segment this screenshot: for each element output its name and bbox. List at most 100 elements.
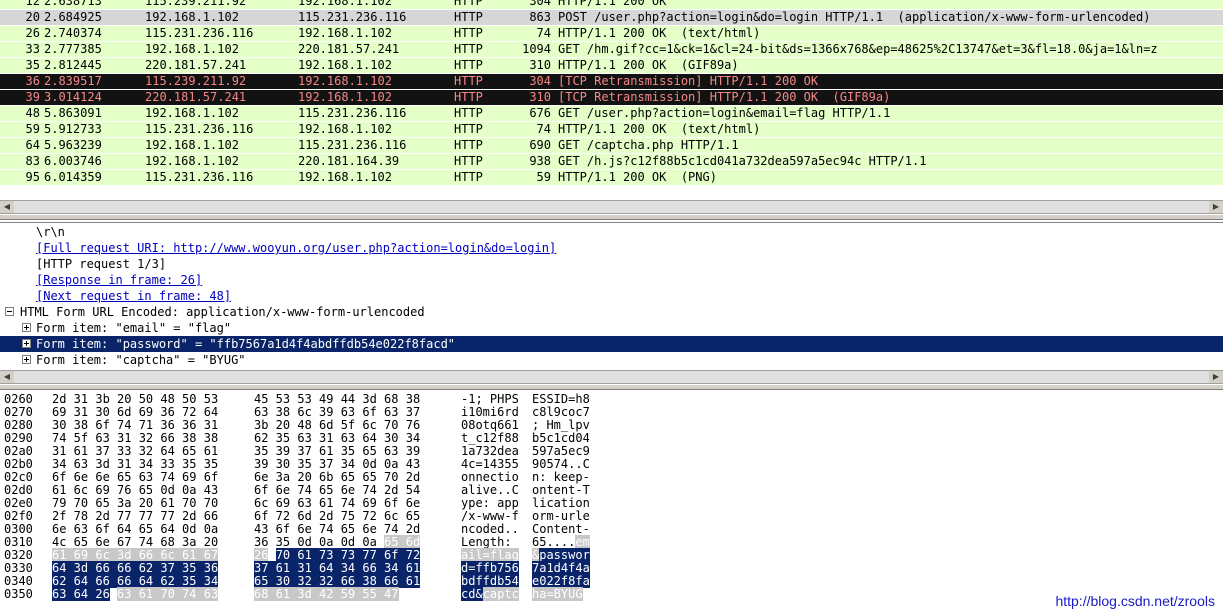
- packet-row[interactable]: 12 2.638713 115.239.211.92 192.168.1.102 HTT…: [0, 0, 1223, 9]
- packet-row[interactable]: 33 2.777385 192.168.1.102 220.181.57.241 HTT…: [0, 42, 1223, 57]
- packet-src-cell: 192.168.1.102: [145, 10, 239, 24]
- packet-len-cell: 863: [529, 10, 551, 24]
- tree-item[interactable]: \r\n: [0, 224, 1223, 240]
- packet-no-cell: 20: [25, 10, 40, 24]
- packet-time-cell: 2.777385: [44, 42, 102, 56]
- expand-icon[interactable]: [22, 339, 31, 348]
- packet-len-cell: 310: [529, 90, 551, 104]
- packet-time-cell: 5.912733: [44, 122, 102, 136]
- hex-ascii: ha=BYUG: [532, 587, 583, 601]
- packet-no-cell: 83: [25, 154, 40, 168]
- packet-info-cell: HTTP/1.1 200 OK (text/html): [558, 122, 761, 136]
- packet-time-cell: 3.014124: [44, 90, 102, 104]
- tree-item-label: Form item: "password" = "ffb7567a1d4f4ab…: [36, 337, 456, 351]
- packet-time-cell: 5.863091: [44, 106, 102, 120]
- packet-row[interactable]: 95 6.014359 115.231.236.116 192.168.1.102 HT…: [0, 170, 1223, 185]
- tree-item[interactable]: Form item: "captcha" = "BYUG": [0, 352, 1223, 368]
- tree-item[interactable]: Form item: "email" = "flag": [0, 320, 1223, 336]
- packet-len-cell: 310: [529, 58, 551, 72]
- packet-no-cell: 12: [25, 0, 40, 8]
- packet-info-cell: HTTP/1.1 200 OK (PNG): [558, 170, 717, 184]
- packet-len-cell: 74: [536, 122, 551, 136]
- packet-time-cell: 5.963239: [44, 138, 102, 152]
- tree-item-label: Form item: "captcha" = "BYUG": [36, 353, 246, 367]
- packet-no-cell: 95: [25, 170, 40, 184]
- packet-dst-cell: 192.168.1.102: [298, 58, 392, 72]
- packet-row[interactable]: 59 5.912733 115.231.236.116 192.168.1.102 HT…: [0, 122, 1223, 137]
- packet-no-cell: 59: [25, 122, 40, 136]
- packet-proto-cell: HTTP: [454, 74, 483, 88]
- packet-no-cell: 26: [25, 26, 40, 40]
- tree-item[interactable]: [HTTP request 1/3]: [0, 256, 1223, 272]
- packet-info-cell: [TCP Retransmission] HTTP/1.1 200 OK (GI…: [558, 90, 891, 104]
- tree-item[interactable]: Form item: "password" = "ffb7567a1d4f4ab…: [0, 336, 1223, 352]
- packet-list-hscrollbar[interactable]: ◀ ▶: [0, 200, 1223, 214]
- packet-info-cell: [TCP Retransmission] HTTP/1.1 200 OK: [558, 74, 819, 88]
- packet-proto-cell: HTTP: [454, 26, 483, 40]
- expand-icon[interactable]: [22, 323, 31, 332]
- packet-row[interactable]: 64 5.963239 192.168.1.102 115.231.236.116 HT…: [0, 138, 1223, 153]
- watermark: http://blog.csdn.net/zrools: [1055, 593, 1215, 609]
- packet-dst-cell: 115.231.236.116: [298, 138, 407, 152]
- tree-item-label: Form item: "email" = "flag": [36, 321, 232, 335]
- packet-row[interactable]: 48 5.863091 192.168.1.102 115.231.236.116 HT…: [0, 106, 1223, 121]
- packet-proto-cell: HTTP: [454, 42, 483, 56]
- scroll-left-icon[interactable]: ◀: [0, 201, 14, 213]
- packet-time-cell: 2.812445: [44, 58, 102, 72]
- packet-row[interactable]: 83 6.003746 192.168.1.102 220.181.164.39 HTT…: [0, 154, 1223, 169]
- packet-dst-cell: 192.168.1.102: [298, 90, 392, 104]
- packet-row[interactable]: 26 2.740374 115.231.236.116 192.168.1.102 HT…: [0, 26, 1223, 41]
- packet-time-cell: 6.014359: [44, 170, 102, 184]
- packet-row[interactable]: 35 2.812445 220.181.57.241 192.168.1.102 HTT…: [0, 58, 1223, 73]
- details-hscrollbar[interactable]: ◀ ▶: [0, 370, 1223, 384]
- packet-info-cell: GET /h.js?c12f88b5c1cd041a732dea597a5ec9…: [558, 154, 927, 168]
- packet-row[interactable]: 36 2.839517 115.239.211.92 192.168.1.102 HTT…: [0, 74, 1223, 89]
- packet-no-cell: 36: [25, 74, 40, 88]
- pane-splitter-top[interactable]: [0, 214, 1223, 220]
- packet-len-cell: 304: [529, 74, 551, 88]
- scroll-right-icon[interactable]: ▶: [1209, 201, 1223, 213]
- packet-time-cell: 2.839517: [44, 74, 102, 88]
- packet-row[interactable]: 39 3.014124 220.181.57.241 192.168.1.102 HTT…: [0, 90, 1223, 105]
- scroll-right-icon[interactable]: ▶: [1209, 371, 1223, 383]
- packet-len-cell: 1094: [522, 42, 551, 56]
- packet-len-cell: 690: [529, 138, 551, 152]
- hex-ascii: cd&captc: [461, 587, 519, 601]
- packet-bytes-pane: 0260 2d 31 3b 20 50 48 50 53 45 53 53 49 4…: [0, 390, 1223, 615]
- packet-proto-cell: HTTP: [454, 90, 483, 104]
- hex-bytes: 63 64 26 63 61 70 74 63: [52, 587, 219, 601]
- tree-link[interactable]: [Response in frame: 26]: [36, 272, 202, 288]
- scroll-left-icon[interactable]: ◀: [0, 371, 14, 383]
- packet-proto-cell: HTTP: [454, 122, 483, 136]
- packet-dst-cell: 220.181.57.241: [298, 42, 400, 56]
- expand-icon[interactable]: [22, 355, 31, 364]
- collapse-icon[interactable]: [5, 307, 14, 316]
- packet-proto-cell: HTTP: [454, 58, 483, 72]
- packet-row[interactable]: 20 2.684925 192.168.1.102 115.231.236.116 HT…: [0, 10, 1223, 25]
- packet-dst-cell: 220.181.164.39: [298, 154, 400, 168]
- tree-item[interactable]: [Full request URI: http://www.wooyun.org…: [0, 240, 1223, 256]
- tree-link[interactable]: [Full request URI: http://www.wooyun.org…: [36, 240, 556, 256]
- tree-item-label: HTML Form URL Encoded: application/x-www…: [20, 305, 425, 319]
- packet-src-cell: 192.168.1.102: [145, 42, 239, 56]
- packet-info-cell: HTTP/1.1 200 OK: [558, 0, 667, 8]
- packet-len-cell: 74: [536, 26, 551, 40]
- packet-time-cell: 2.740374: [44, 26, 102, 40]
- packet-proto-cell: HTTP: [454, 10, 483, 24]
- tree-link[interactable]: [Next request in frame: 48]: [36, 288, 231, 304]
- packet-dst-cell: 115.231.236.116: [298, 10, 407, 24]
- packet-src-cell: 220.181.57.241: [145, 58, 247, 72]
- packet-src-cell: 192.168.1.102: [145, 106, 239, 120]
- packet-info-cell: GET /hm.gif?cc=1&ck=1&cl=24-bit&ds=1366x…: [558, 42, 1158, 56]
- tree-item[interactable]: [Response in frame: 26]: [0, 272, 1223, 288]
- packet-src-cell: 115.239.211.92: [145, 74, 247, 88]
- packet-no-cell: 35: [25, 58, 40, 72]
- packet-no-cell: 48: [25, 106, 40, 120]
- hex-bytes: 68 61 3d 42 59 55 47: [254, 587, 399, 601]
- packet-len-cell: 304: [529, 0, 551, 8]
- tree-item[interactable]: [Next request in frame: 48]: [0, 288, 1223, 304]
- packet-dst-cell: 192.168.1.102: [298, 0, 392, 8]
- tree-item[interactable]: HTML Form URL Encoded: application/x-www…: [0, 304, 1223, 320]
- packet-len-cell: 938: [529, 154, 551, 168]
- packet-info-cell: HTTP/1.1 200 OK (GIF89a): [558, 58, 739, 72]
